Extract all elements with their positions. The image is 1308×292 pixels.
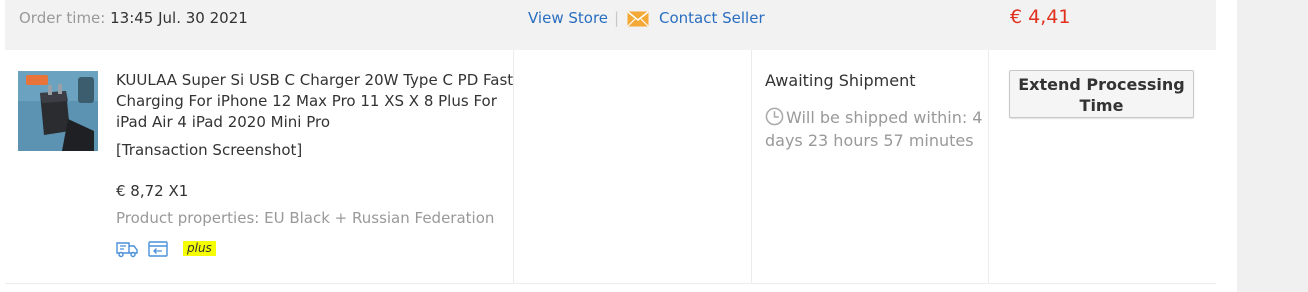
clock-icon: [765, 107, 784, 126]
product-thumbnail[interactable]: [18, 71, 98, 151]
contact-seller-link[interactable]: Contact Seller: [659, 9, 765, 27]
order-total: € 4,41: [1010, 6, 1071, 28]
plus-badge: plus: [183, 241, 216, 256]
mail-icon[interactable]: [627, 11, 649, 27]
extend-processing-time-button[interactable]: Extend Processing Time: [1009, 70, 1194, 118]
truck-icon: [116, 242, 138, 258]
shipping-countdown: Will be shipped within: 4 days 23 hours …: [765, 106, 995, 152]
column-divider: [751, 50, 752, 283]
item-price: € 8,72 X1: [116, 182, 189, 200]
transaction-screenshot-link[interactable]: [Transaction Screenshot]: [116, 141, 302, 159]
shipping-countdown-text: Will be shipped within: 4 days 23 hours …: [765, 108, 983, 150]
link-separator: |: [614, 9, 620, 27]
order-time-value: 13:45 Jul. 30 2021: [110, 9, 248, 27]
order-time: Order time: 13:45 Jul. 30 2021: [19, 9, 248, 27]
order-item-row: KUULAA Super Si USB C Charger 20W Type C…: [5, 50, 1216, 284]
view-store-link[interactable]: View Store: [528, 9, 608, 27]
product-title-link[interactable]: KUULAA Super Si USB C Charger 20W Type C…: [116, 70, 516, 133]
order-time-label: Order time:: [19, 9, 106, 27]
column-divider: [988, 50, 989, 283]
right-scroll-gutter: [1237, 0, 1308, 292]
product-properties: Product properties: EU Black + Russian F…: [116, 209, 495, 227]
order-header: Order time: 13:45 Jul. 30 2021 View Stor…: [5, 0, 1216, 50]
order-status: Awaiting Shipment: [765, 71, 916, 90]
return-icon: [148, 241, 168, 257]
